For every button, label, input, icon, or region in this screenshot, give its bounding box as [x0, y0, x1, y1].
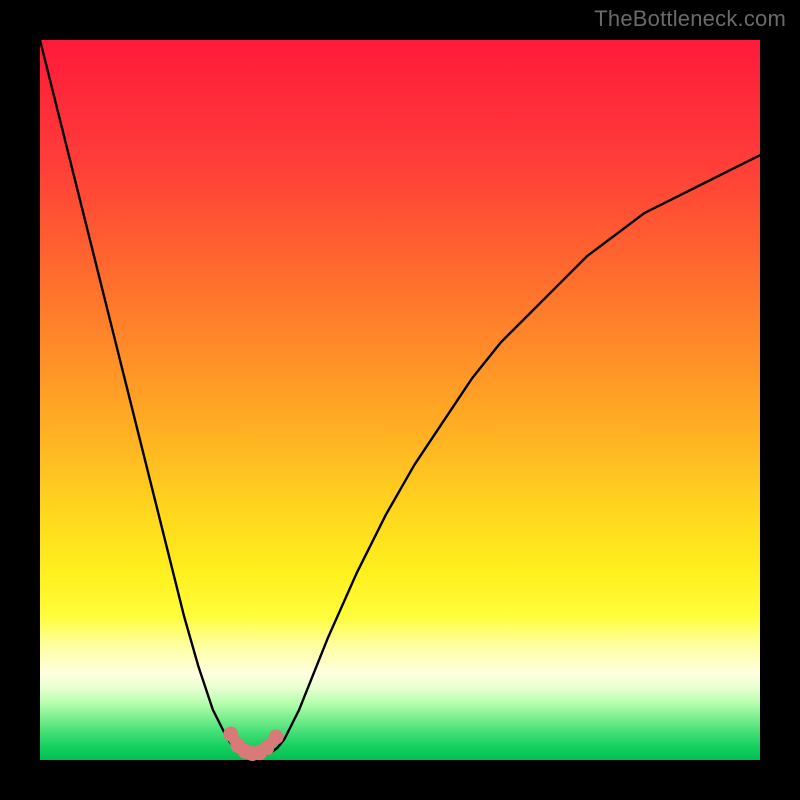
watermark-text: TheBottleneck.com	[594, 6, 786, 32]
plot-area	[40, 40, 760, 760]
highlight-dot	[269, 729, 284, 744]
bottleneck-curve	[40, 40, 760, 756]
bottom-highlight-dots	[223, 727, 283, 761]
chart-svg	[40, 40, 760, 760]
chart-frame: TheBottleneck.com	[0, 0, 800, 800]
